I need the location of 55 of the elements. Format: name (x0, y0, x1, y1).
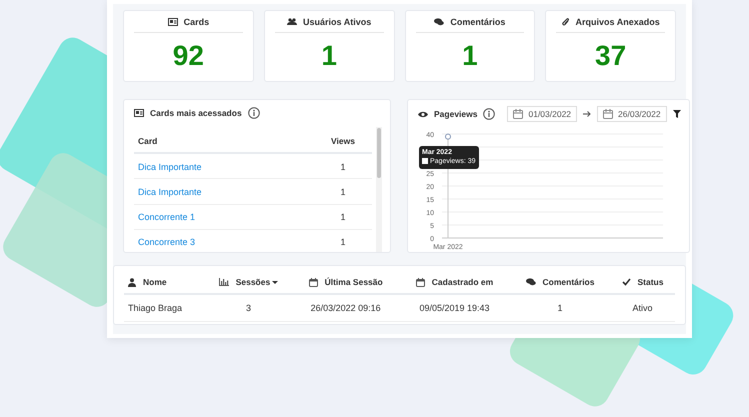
table-cell: 1 (314, 153, 372, 179)
column-header: Card (134, 127, 314, 153)
column-header[interactable]: Última Sessão (324, 277, 383, 287)
panel-title: Cards mais acessados (150, 108, 242, 118)
card-link[interactable]: Dica Importante (138, 186, 202, 197)
calendar-icon (308, 278, 318, 286)
stat-label: Comentários (450, 17, 506, 27)
table-cell: 1 (314, 204, 372, 230)
calendar-icon (603, 109, 614, 119)
date-field[interactable]: 26/03/2022 (597, 106, 667, 122)
column-header[interactable]: Comentários (542, 277, 594, 287)
filter-icon[interactable] (672, 110, 681, 118)
stat-value: 37 (595, 40, 626, 71)
stat-label: Usuários Ativos (303, 17, 372, 27)
date-field[interactable]: 01/03/2022 (507, 106, 578, 122)
users-icon (287, 18, 298, 26)
paperclip-icon (562, 18, 570, 26)
stat-value: 1 (321, 40, 337, 71)
card-link[interactable]: Concorrente 3 (138, 237, 196, 248)
card-link[interactable]: Dica Importante (138, 162, 202, 172)
info-icon (248, 107, 260, 119)
info-icon (483, 108, 496, 120)
table-cell: Ativo (610, 294, 675, 322)
stat-label: Cards (184, 17, 210, 27)
data-point[interactable] (445, 134, 451, 140)
arrow-icon (583, 111, 592, 117)
table-cell: 1 (314, 178, 372, 204)
legend-swatch (422, 158, 428, 164)
table-cell: 1 (510, 294, 610, 322)
calendar-icon (416, 278, 425, 286)
column-header[interactable]: Nome (143, 277, 167, 287)
scrollbar[interactable] (376, 127, 382, 252)
column-header: Views (314, 127, 372, 153)
comments-icon (526, 278, 536, 286)
table-cell: 3 (204, 294, 292, 322)
bar-chart-icon (218, 278, 229, 286)
user-icon (128, 278, 136, 286)
eye-icon (418, 110, 428, 118)
table-cell: 26/03/2022 09:16 (292, 294, 400, 322)
comments-icon (434, 18, 444, 26)
card-link[interactable]: Concorrente 1 (138, 212, 196, 222)
stat-label: Arquivos Anexados (576, 17, 660, 27)
stat-value: 92 (172, 40, 204, 71)
table-cell: 09/05/2019 19:43 (399, 294, 510, 322)
card-icon (168, 18, 178, 26)
column-header[interactable]: Sessões (236, 277, 278, 287)
stat-value: 1 (462, 40, 478, 71)
panel-title: Pageviews (434, 109, 478, 119)
calendar-icon (513, 109, 524, 119)
column-header[interactable]: Status (638, 277, 664, 287)
table-cell: Thiago Braga (124, 294, 205, 322)
column-header[interactable]: Cadastrado em (432, 277, 494, 287)
card-icon (134, 109, 144, 117)
table-cell: 1 (314, 229, 372, 252)
check-icon (622, 278, 630, 286)
